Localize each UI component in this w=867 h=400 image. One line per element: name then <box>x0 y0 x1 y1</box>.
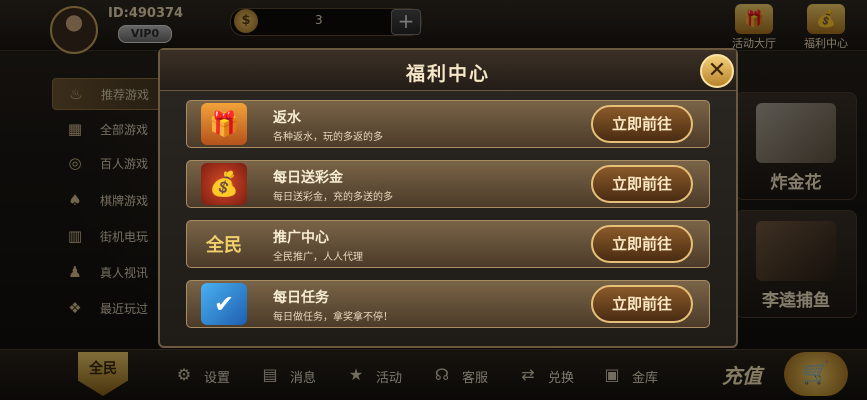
go-now-button[interactable]: 立即前往 <box>591 165 693 203</box>
welfare-center-modal: 福利中心 ✕ 🎁 返水 各种返水，玩的多返的多 立即前往 💰 每日送彩金 每日送… <box>158 48 738 348</box>
row-title: 推广中心 <box>273 230 329 246</box>
go-now-button[interactable]: 立即前往 <box>591 285 693 323</box>
row-description: 各种返水，玩的多返的多 <box>273 132 383 143</box>
gift-box-icon: 🎁 <box>201 103 247 145</box>
row-description: 全民推广，人人代理 <box>273 252 363 263</box>
promo-badge-icon: 全民 <box>206 235 242 256</box>
close-button[interactable]: ✕ <box>700 54 734 88</box>
welfare-row-daily-bonus: 💰 每日送彩金 每日送彩金，充的多送的多 立即前往 <box>186 160 710 208</box>
money-bag-icon: 💰 <box>201 163 247 205</box>
modal-title: 福利中心 <box>405 63 490 85</box>
go-now-button[interactable]: 立即前往 <box>591 225 693 263</box>
welfare-row-promotion: 全民 推广中心 全民推广，人人代理 立即前往 <box>186 220 710 268</box>
modal-header: 福利中心 <box>160 50 736 91</box>
go-now-button[interactable]: 立即前往 <box>591 105 693 143</box>
welfare-row-rebate: 🎁 返水 各种返水，玩的多返的多 立即前往 <box>186 100 710 148</box>
welfare-row-daily-task: ✔ 每日任务 每日做任务，拿奖拿不停！ 立即前往 <box>186 280 710 328</box>
row-description: 每日送彩金，充的多送的多 <box>273 192 393 203</box>
row-title: 每日送彩金 <box>273 170 343 186</box>
row-description: 每日做任务，拿奖拿不停！ <box>273 312 393 323</box>
row-title: 返水 <box>273 110 301 126</box>
task-checklist-icon: ✔ <box>201 283 247 325</box>
row-title: 每日任务 <box>273 290 329 306</box>
